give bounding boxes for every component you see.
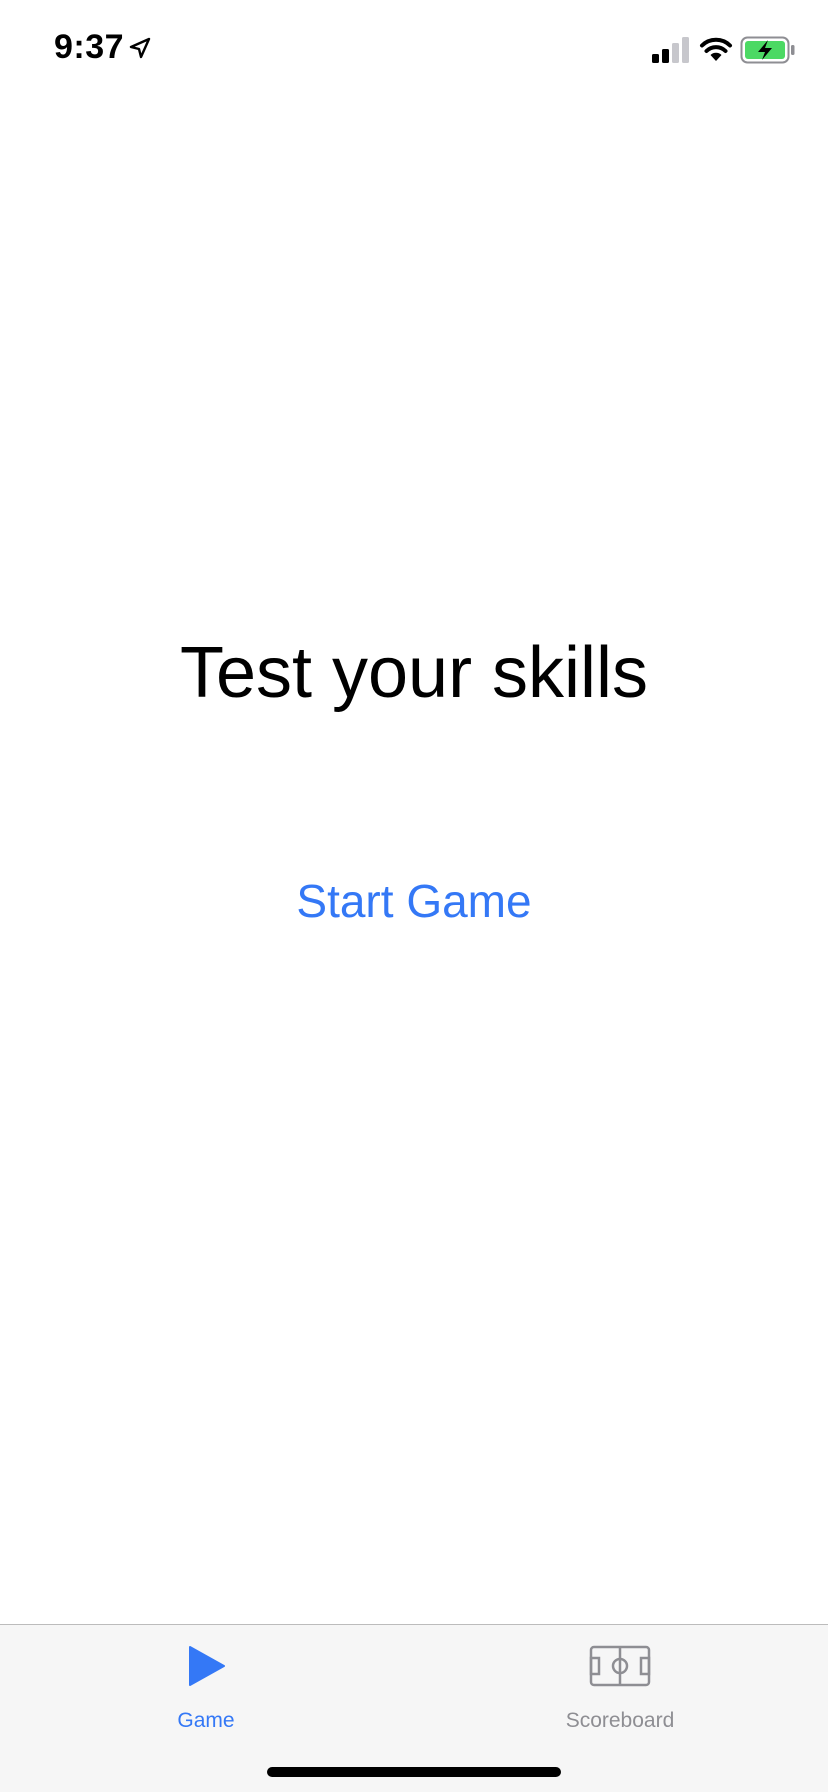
page-title: Test your skills bbox=[179, 633, 649, 713]
tab-game-label: Game bbox=[177, 1709, 235, 1732]
start-game-button[interactable]: Start Game bbox=[264, 866, 564, 936]
tab-bar: Game Scoreboard bbox=[0, 1624, 828, 1792]
cellular-signal-icon bbox=[652, 37, 689, 63]
tab-scoreboard-label: Scoreboard bbox=[565, 1709, 675, 1732]
main-content: Test your skills Start Game bbox=[0, 100, 828, 1624]
battery-charging-icon bbox=[740, 36, 795, 64]
home-indicator bbox=[267, 1767, 561, 1777]
wifi-icon bbox=[700, 37, 732, 61]
status-bar: 9:37 bbox=[0, 0, 828, 100]
app-screen: 9:37 Test your skills Start Game Game Sc… bbox=[0, 0, 828, 1792]
field-icon bbox=[589, 1645, 651, 1687]
status-time: 9:37 bbox=[54, 28, 125, 66]
tab-game[interactable]: Game bbox=[106, 1625, 306, 1735]
tab-scoreboard[interactable]: Scoreboard bbox=[520, 1625, 720, 1735]
location-arrow-icon bbox=[129, 37, 151, 59]
play-icon bbox=[189, 1646, 225, 1686]
